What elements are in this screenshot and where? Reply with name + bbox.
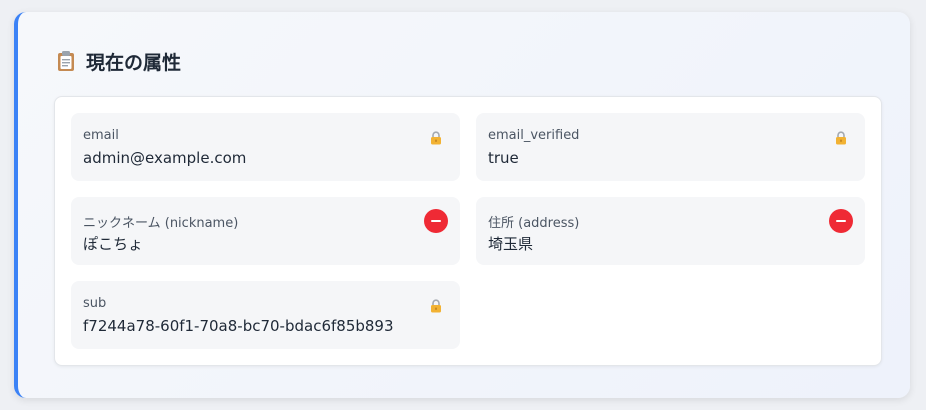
attribute-label: email_verified: [488, 128, 580, 143]
attribute-email-verified: email_verified true: [476, 113, 865, 181]
attribute-nickname: ニックネーム (nickname) ぽこちょ: [71, 197, 460, 265]
lock-icon: [430, 298, 442, 313]
lock-icon: [835, 130, 847, 145]
attribute-address: 住所 (address) 埼玉県: [476, 197, 865, 265]
lock-icon: [430, 130, 442, 145]
attribute-label: sub: [83, 296, 107, 311]
attribute-value: admin@example.com: [83, 149, 247, 167]
attribute-sub: sub f7244a78-60f1-70a8-bc70-bdac6f85b893: [71, 281, 460, 349]
attribute-label: 住所 (address): [488, 216, 580, 231]
attribute-label: ニックネーム (nickname): [83, 216, 239, 231]
current-attributes-panel: 現在の属性 email admin@example.com email_veri…: [14, 12, 910, 398]
attribute-value: 埼玉県: [488, 235, 534, 253]
attribute-email: email admin@example.com: [71, 113, 460, 181]
attribute-value: f7244a78-60f1-70a8-bc70-bdac6f85b893: [83, 317, 394, 335]
remove-nickname-button[interactable]: [424, 209, 448, 233]
attribute-value: true: [488, 149, 519, 167]
attributes-card: email admin@example.com email_verified t…: [54, 96, 882, 366]
attribute-value: ぽこちょ: [83, 235, 144, 253]
attribute-label: email: [83, 128, 119, 143]
panel-header: 現在の属性: [56, 48, 181, 74]
remove-address-button[interactable]: [829, 209, 853, 233]
panel-title: 現在の属性: [86, 51, 182, 74]
clipboard-icon: [56, 50, 76, 72]
